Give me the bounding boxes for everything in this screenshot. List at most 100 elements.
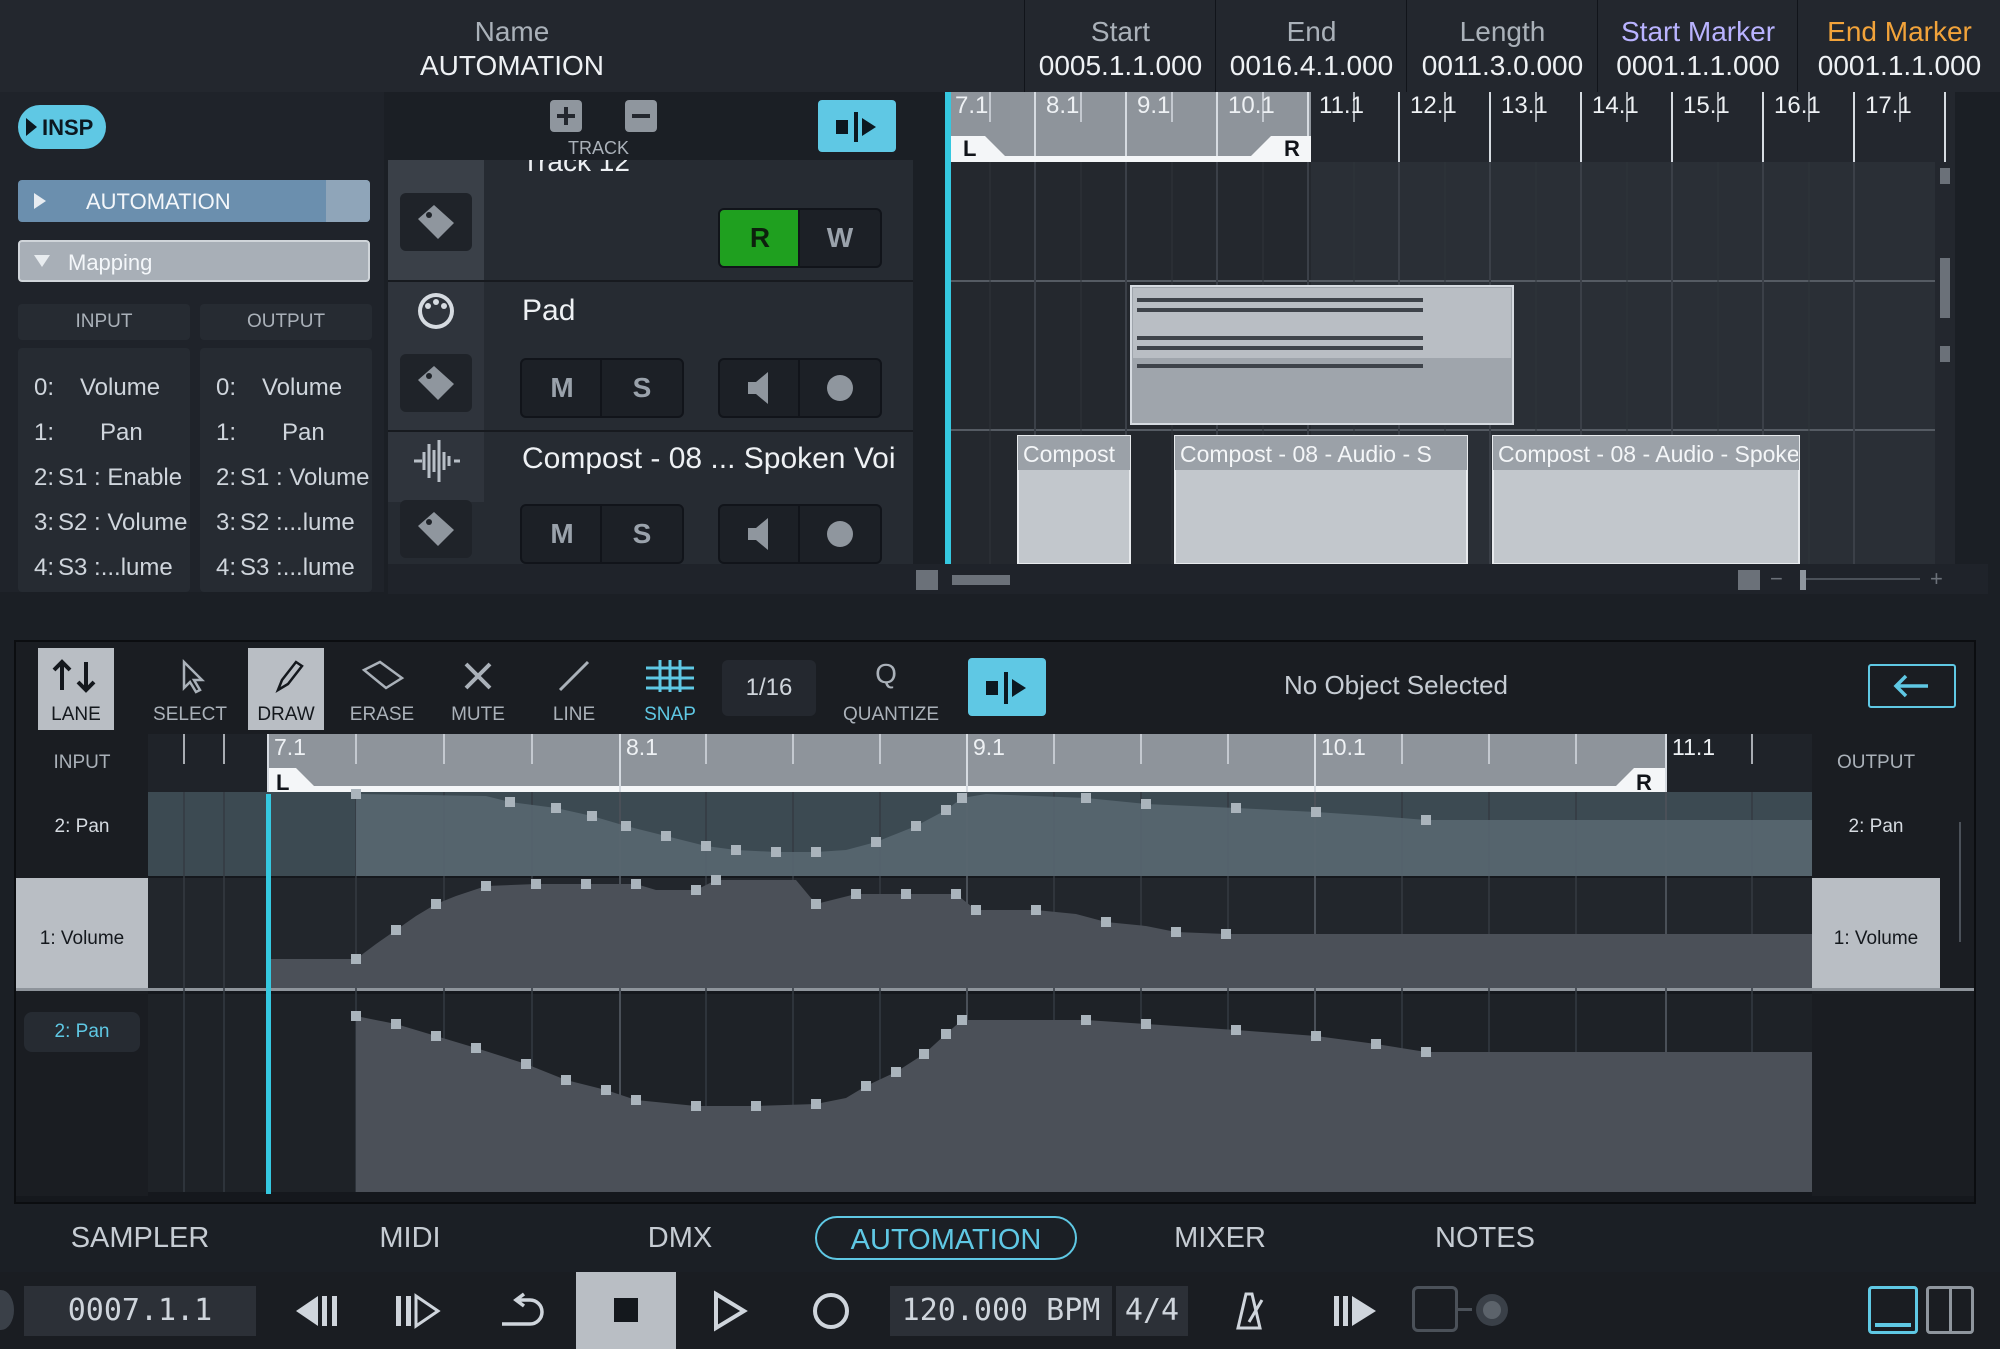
automation-breakpoint[interactable] [1231,803,1241,813]
layout-split-button[interactable] [1926,1286,1974,1334]
automation-breakpoint[interactable] [551,803,561,813]
lane-output-volume[interactable]: 1: Volume [1812,928,1940,950]
automation-breakpoint[interactable] [351,954,361,964]
automation-breakpoint[interactable] [1421,815,1431,825]
automation-breakpoint[interactable] [1141,1019,1151,1029]
automation-breakpoint[interactable] [631,1095,641,1105]
output-item-s1-volume[interactable]: S1 : Volume [240,458,369,498]
erase-tool[interactable]: ERASE [344,648,420,730]
automation-breakpoint[interactable] [1171,927,1181,937]
mapping-section[interactable]: Mapping [18,240,370,282]
pad-track-name[interactable]: Pad [522,294,575,328]
automation-breakpoint[interactable] [1231,1025,1241,1035]
rewind-button[interactable] [288,1286,348,1336]
vertical-scrollbar[interactable] [1935,162,1955,564]
read-button[interactable]: R [718,208,802,268]
end-marker-field[interactable]: End Marker 0001.1.1.000 [1797,0,2000,92]
zoom-in-button[interactable]: + [1930,566,1943,592]
quantize-value[interactable]: 1/16 [722,660,816,716]
automation-breakpoint[interactable] [661,831,671,841]
start-marker-value[interactable]: 0001.1.1.000 [1598,50,1798,82]
compost-track-name[interactable]: Compost - 08 ... Spoken Voi [522,442,896,476]
cue-record-button[interactable] [1472,1290,1512,1330]
automation-breakpoint[interactable] [811,899,821,909]
time-signature-display[interactable]: 4/4 [1116,1286,1188,1336]
automation-breakpoint[interactable] [505,797,515,807]
automation-lanes[interactable] [16,734,1974,1202]
editor-loop-right[interactable]: R [1636,770,1652,796]
pad-solo-button[interactable]: S [600,358,684,418]
automation-breakpoint[interactable] [1311,1031,1321,1041]
automation-breakpoint[interactable] [711,875,721,885]
zoom-slider[interactable] [1800,578,1920,580]
expanded-lane-label[interactable]: 2: Pan [24,1012,140,1052]
tab-midi[interactable]: MIDI [330,1216,490,1260]
automation-breakpoint[interactable] [431,1031,441,1041]
output-item-pan[interactable]: Pan [282,413,325,453]
automation-breakpoint[interactable] [891,1067,901,1077]
arrangement-view[interactable] [945,92,1955,564]
automation-breakpoint[interactable] [351,789,361,799]
automation-breakpoint[interactable] [911,821,921,831]
automation-breakpoint[interactable] [957,793,967,803]
compost-record-arm-button[interactable] [798,504,882,564]
start-value[interactable]: 0005.1.1.000 [1025,50,1216,82]
position-display[interactable]: 0007.1.1 [24,1286,256,1336]
automation-breakpoint[interactable] [471,1043,481,1053]
automation-breakpoint[interactable] [691,1101,701,1111]
loop-button[interactable] [490,1286,550,1336]
automation-breakpoint[interactable] [811,847,821,857]
automation-breakpoint[interactable] [951,889,961,899]
tab-dmx[interactable]: DMX [600,1216,760,1260]
track-12-name[interactable]: Track 12 [522,160,630,178]
input-item-volume[interactable]: Volume [80,368,160,408]
lane-output-pan[interactable]: 2: Pan [1812,816,1940,838]
name-value[interactable]: AUTOMATION [0,50,1024,82]
end-value[interactable]: 0016.4.1.000 [1216,50,1407,82]
output-item-s2[interactable]: S2 :...lume [240,503,355,543]
insp-button[interactable]: INSP [18,105,106,149]
automation-breakpoint[interactable] [1371,1039,1381,1049]
automation-breakpoint[interactable] [701,841,711,851]
editor-vertical-scroll[interactable] [1950,794,1970,1134]
automation-breakpoint[interactable] [621,821,631,831]
automation-breakpoint[interactable] [1101,917,1111,927]
input-item-s2-volume[interactable]: S2 : Volume [58,503,187,543]
lane-input-pan[interactable]: 2: Pan [16,816,148,838]
automation-breakpoint[interactable] [919,1049,929,1059]
layout-single-button[interactable] [1868,1286,1918,1334]
automation-breakpoint[interactable] [531,879,541,889]
tempo-display[interactable]: 120.000 BPM [890,1286,1112,1336]
automation-breakpoint[interactable] [771,847,781,857]
zoom-handle[interactable] [1738,570,1760,590]
automation-breakpoint[interactable] [731,845,741,855]
add-track-icon[interactable] [550,100,582,132]
editor-playhead[interactable] [266,794,271,1194]
editor-follow-button[interactable] [968,658,1046,716]
pad-tag-button[interactable] [400,354,472,412]
automation-breakpoint[interactable] [871,837,881,847]
pad-mute-button[interactable]: M [520,358,604,418]
automation-breakpoint[interactable] [861,1081,871,1091]
output-item-volume[interactable]: Volume [262,368,342,408]
editor-loop-left[interactable]: L [276,770,289,796]
scroll-left-handle[interactable] [916,570,938,590]
zoom-slider-thumb[interactable] [1800,570,1806,590]
play-from-start-button[interactable] [1328,1286,1384,1336]
automation-breakpoint[interactable] [391,925,401,935]
start-marker-field[interactable]: Start Marker 0001.1.1.000 [1597,0,1798,92]
automation-breakpoint[interactable] [431,899,441,909]
quantize-label[interactable]: QUANTIZE [836,704,946,726]
follow-button[interactable] [818,100,896,152]
compost-mute-button[interactable]: M [520,504,604,564]
end-field[interactable]: End 0016.4.1.000 [1215,0,1407,92]
playhead[interactable] [945,92,951,564]
automation-breakpoint[interactable] [1081,1015,1091,1025]
zoom-out-button[interactable]: − [1770,566,1783,592]
automation-breakpoint[interactable] [811,1099,821,1109]
automation-breakpoint[interactable] [1031,905,1041,915]
play-button[interactable] [704,1286,754,1336]
input-item-pan[interactable]: Pan [100,413,143,453]
draw-tool[interactable]: DRAW [248,648,324,730]
automation-breakpoint[interactable] [587,811,597,821]
